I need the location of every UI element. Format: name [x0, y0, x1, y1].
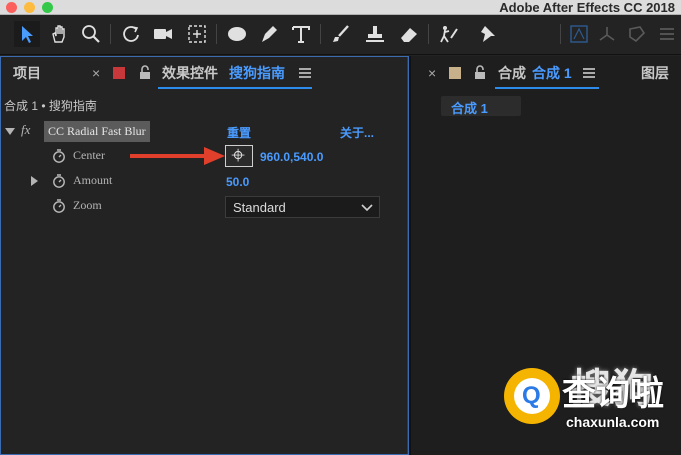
effect-header-row[interactable]: fx CC Radial Fast Blur 重置 关于...	[0, 119, 388, 144]
tab-layer[interactable]: 图层	[641, 65, 669, 81]
tab-composition[interactable]: 合成	[498, 65, 526, 81]
stopwatch-icon[interactable]	[52, 174, 66, 188]
effect-controls-panel: 项目 × 效果控件 搜狗指南 合成 1 • 搜狗指南 fx CC Radial …	[0, 56, 408, 455]
twirl-right-icon[interactable]	[31, 176, 38, 186]
composition-name[interactable]: 合成 1	[532, 65, 572, 81]
tab-project[interactable]: 项目	[13, 65, 41, 81]
watermark-logo: Q 查询啦 chaxunla.com	[500, 364, 681, 434]
effect-controls-layer-name[interactable]: 搜狗指南	[229, 65, 285, 81]
eraser-tool-icon[interactable]	[396, 21, 422, 47]
crosshair-icon	[231, 148, 245, 162]
watermark-badge-icon: Q	[504, 368, 560, 424]
close-tab-icon[interactable]: ×	[92, 65, 100, 81]
stopwatch-icon[interactable]	[52, 199, 66, 213]
composition-chip-label: 合成 1	[451, 101, 488, 116]
property-label: Center	[73, 148, 105, 162]
right-panel-tabbar: × 合成 合成 1 图层	[411, 56, 681, 90]
chevron-down-icon	[361, 204, 373, 212]
toolbar-separator	[428, 24, 429, 44]
zoom-window-button[interactable]	[42, 2, 53, 13]
comp-label-color-swatch	[449, 67, 461, 79]
lock-icon[interactable]	[138, 65, 152, 80]
toolbar-separator	[320, 24, 321, 44]
about-link[interactable]: 关于...	[340, 124, 374, 141]
puppet-pin-tool-icon[interactable]	[474, 21, 500, 47]
property-row-amount: Amount 50.0	[0, 169, 388, 194]
twirl-down-icon[interactable]	[5, 128, 15, 135]
tools-toolbar	[0, 15, 681, 55]
reset-link[interactable]: 重置	[227, 124, 251, 141]
close-window-button[interactable]	[6, 2, 17, 13]
view-axis-mode-icon[interactable]	[624, 21, 650, 47]
tab-effect-controls[interactable]: 效果控件	[162, 65, 218, 81]
title-bar: Adobe After Effects CC 2018	[0, 0, 681, 15]
watermark-url: chaxunla.com	[566, 414, 660, 430]
left-panel-tabbar: 项目 × 效果控件 搜狗指南	[0, 56, 407, 90]
active-tab-underline	[495, 87, 599, 89]
camera-tool-icon[interactable]	[150, 21, 176, 47]
lock-icon[interactable]	[473, 65, 487, 80]
effects-label-color-swatch	[113, 67, 125, 79]
property-label: Amount	[73, 173, 113, 187]
property-label: Zoom	[73, 198, 102, 212]
hand-tool-icon[interactable]	[46, 21, 72, 47]
composition-navigator-chip[interactable]: 合成 1	[441, 96, 521, 116]
effect-name[interactable]: CC Radial Fast Blur	[44, 121, 150, 142]
active-tab-underline	[158, 87, 312, 89]
minimize-window-button[interactable]	[24, 2, 35, 13]
app-title: Adobe After Effects CC 2018	[499, 0, 675, 15]
world-axis-mode-icon[interactable]	[594, 21, 620, 47]
fx-toggle[interactable]: fx	[21, 122, 30, 138]
center-value[interactable]: 960.0,540.0	[260, 150, 323, 164]
panel-menu-icon[interactable]	[299, 68, 311, 78]
breadcrumb: 合成 1 • 搜狗指南	[4, 99, 97, 113]
zoom-dropdown-value: Standard	[233, 200, 286, 215]
pen-tool-icon[interactable]	[256, 21, 282, 47]
toolbar-separator	[110, 24, 111, 44]
annotation-arrow	[130, 147, 225, 165]
roto-brush-tool-icon[interactable]	[436, 21, 462, 47]
zoom-tool-icon[interactable]	[78, 21, 104, 47]
center-point-target-button[interactable]	[225, 145, 253, 167]
snapping-icon[interactable]	[654, 21, 680, 47]
local-axis-mode-icon[interactable]	[566, 21, 592, 47]
toolbar-separator	[560, 24, 561, 44]
brush-tool-icon[interactable]	[328, 21, 354, 47]
type-tool-icon[interactable]	[288, 21, 314, 47]
zoom-dropdown[interactable]: Standard	[225, 196, 380, 218]
panel-menu-icon[interactable]	[583, 68, 595, 78]
rotation-tool-icon[interactable]	[118, 21, 144, 47]
amount-value[interactable]: 50.0	[226, 175, 249, 189]
pan-behind-tool-icon[interactable]	[184, 21, 210, 47]
clone-stamp-tool-icon[interactable]	[362, 21, 388, 47]
close-tab-icon[interactable]: ×	[428, 65, 436, 81]
selection-tool-icon[interactable]	[14, 21, 40, 47]
ellipse-tool-icon[interactable]	[224, 21, 250, 47]
toolbar-separator	[216, 24, 217, 44]
stopwatch-icon[interactable]	[52, 149, 66, 163]
watermark-text: 查询啦	[562, 375, 664, 413]
